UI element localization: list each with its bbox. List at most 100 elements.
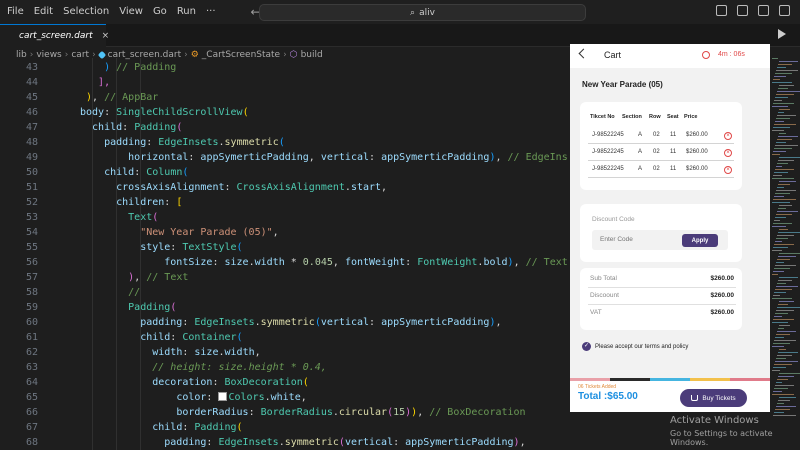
code-line[interactable]: 68 padding: EdgeInsets.symmetric(vertical…	[0, 435, 570, 450]
code-token: ,	[332, 257, 345, 268]
code-token: child	[92, 122, 123, 133]
summary-value: $260.00	[710, 275, 735, 282]
code-token: Container	[182, 332, 237, 343]
summary-label: Discoount	[590, 292, 619, 299]
command-center-search[interactable]: ⌕ aliv	[259, 4, 586, 21]
ticket-no: J-98522245	[592, 132, 624, 138]
minimap[interactable]	[770, 58, 800, 450]
discount-code-input[interactable]	[600, 236, 670, 243]
code-token: fontWeight	[344, 257, 406, 268]
code-token: decoration	[152, 377, 213, 388]
code-line[interactable]: 56 fontSize: size.width * 0.045, fontWeig…	[0, 255, 570, 270]
menu-edit[interactable]: Edit	[29, 0, 58, 24]
menu-selection[interactable]: Selection	[58, 0, 114, 24]
minimap-line	[775, 337, 784, 338]
code-line[interactable]: 60 padding: EdgeInsets.symmetric(vertical…	[0, 315, 570, 330]
minimap-line	[778, 400, 790, 401]
line-number: 64	[25, 377, 38, 388]
tab-cart-screen[interactable]: cart_screen.dart ×	[0, 24, 109, 47]
code-line[interactable]: 44],	[0, 75, 570, 90]
remove-ticket-icon[interactable]: ×	[724, 132, 732, 140]
code-line[interactable]: 66 borderRadius: BorderRadius.circular(15…	[0, 405, 570, 420]
code-token: SingleChildScrollView	[116, 107, 243, 118]
code-editor[interactable]: 43) // Padding 44], 45), // AppBar 46 body: …	[0, 58, 570, 450]
code-line[interactable]: 45), // AppBar	[0, 90, 570, 105]
code-token: Text	[128, 212, 153, 223]
code-line[interactable]: 52 children: [	[0, 195, 570, 210]
code-token: // Padding	[116, 62, 177, 73]
code-token: Padding	[134, 122, 177, 133]
menu-file[interactable]: File	[2, 0, 29, 24]
menu-view[interactable]: View	[114, 0, 148, 24]
code-line[interactable]: 47 child: Padding(	[0, 120, 570, 135]
code-token: // AppBar	[104, 92, 159, 103]
code-token: // Text	[525, 257, 568, 268]
code-text: child: Container(	[80, 332, 242, 343]
code-line[interactable]: 64 decoration: BoxDecoration(	[0, 375, 570, 390]
code-line[interactable]: 59 Padding(	[0, 300, 570, 315]
code-line[interactable]: 46 body: SingleChildScrollView(	[0, 105, 570, 120]
line-number: 56	[25, 257, 38, 268]
toggle-panel-icon[interactable]	[737, 5, 748, 16]
code-token: EdgeInsets	[194, 317, 255, 328]
minimap-line	[774, 76, 786, 77]
code-line[interactable]: 67 child: Padding(	[0, 420, 570, 435]
table-row: J-98522245 A 02 11 $260.00 ×	[588, 162, 734, 178]
code-line[interactable]: 53 Text(	[0, 210, 570, 225]
line-number: 57	[25, 272, 38, 283]
code-line[interactable]: 55 style: TextStyle(	[0, 240, 570, 255]
minimap-line	[774, 244, 794, 245]
code-line[interactable]: 49 horizontal: appSymerticPadding, vertic…	[0, 150, 570, 165]
header-seat: Seat	[667, 114, 679, 120]
minimap-line	[777, 115, 796, 116]
code-text: Text(	[80, 212, 158, 223]
remove-ticket-icon[interactable]: ×	[724, 166, 732, 174]
minimap-line	[773, 247, 788, 248]
minimap-line	[774, 172, 788, 173]
code-token: borderRadius	[176, 407, 249, 418]
code-line[interactable]: 50 child: Column(	[0, 165, 570, 180]
check-icon: ✓	[582, 342, 591, 351]
toggle-primary-sidebar-icon[interactable]	[716, 5, 727, 16]
minimap-line	[775, 73, 792, 74]
code-token: horizontal	[128, 152, 189, 163]
code-line[interactable]: 54 "New Year Parade (05)",	[0, 225, 570, 240]
terms-checkbox[interactable]: ✓ Please accept our terms and policy	[582, 342, 688, 351]
code-line[interactable]: 62 width: size.width,	[0, 345, 570, 360]
run-icon[interactable]	[778, 29, 786, 39]
code-token: ,	[417, 407, 430, 418]
menu-run[interactable]: Run	[172, 0, 201, 24]
buy-tickets-button[interactable]: Buy Tickets	[680, 389, 747, 407]
minimap-line	[774, 148, 792, 149]
remove-ticket-icon[interactable]: ×	[724, 149, 732, 157]
table-row: J-98522245 A 02 11 $260.00 ×	[588, 145, 734, 161]
apply-button[interactable]: Apply	[682, 234, 718, 247]
code-line[interactable]: 58 //	[0, 285, 570, 300]
line-number: 59	[25, 302, 38, 313]
menu-go[interactable]: Go	[148, 0, 172, 24]
code-token: crossAxisAlignment	[116, 182, 225, 193]
code-line[interactable]: 61 child: Container(	[0, 330, 570, 345]
color-swatch-icon[interactable]	[218, 392, 228, 401]
code-token: :	[134, 167, 147, 178]
summary-label: Sub Total	[590, 275, 617, 282]
close-icon[interactable]: ×	[102, 31, 110, 41]
code-line[interactable]: 43) // Padding	[0, 60, 570, 75]
code-line[interactable]: 48 padding: EdgeInsets.symmetric(	[0, 135, 570, 150]
code-line[interactable]: 63 // height: size.height * 0.4,	[0, 360, 570, 375]
code-token: body	[80, 107, 105, 118]
code-line[interactable]: 57), // Text	[0, 270, 570, 285]
toggle-secondary-sidebar-icon[interactable]	[758, 5, 769, 16]
code-token: child	[140, 332, 171, 343]
code-line[interactable]: 51 crossAxisAlignment: CrossAxisAlignment…	[0, 180, 570, 195]
minimap-line	[773, 199, 796, 200]
app-bar-title: Cart	[604, 50, 622, 60]
header-section: Section	[622, 114, 642, 120]
code-token: (	[176, 122, 183, 133]
minimap-line	[777, 91, 800, 92]
customize-layout-icon[interactable]	[779, 5, 790, 16]
back-icon[interactable]	[578, 48, 589, 59]
code-line[interactable]: 65 color: Colors.white,	[0, 390, 570, 405]
code-token: ,	[519, 437, 526, 448]
menu-more[interactable]: ···	[201, 0, 221, 24]
